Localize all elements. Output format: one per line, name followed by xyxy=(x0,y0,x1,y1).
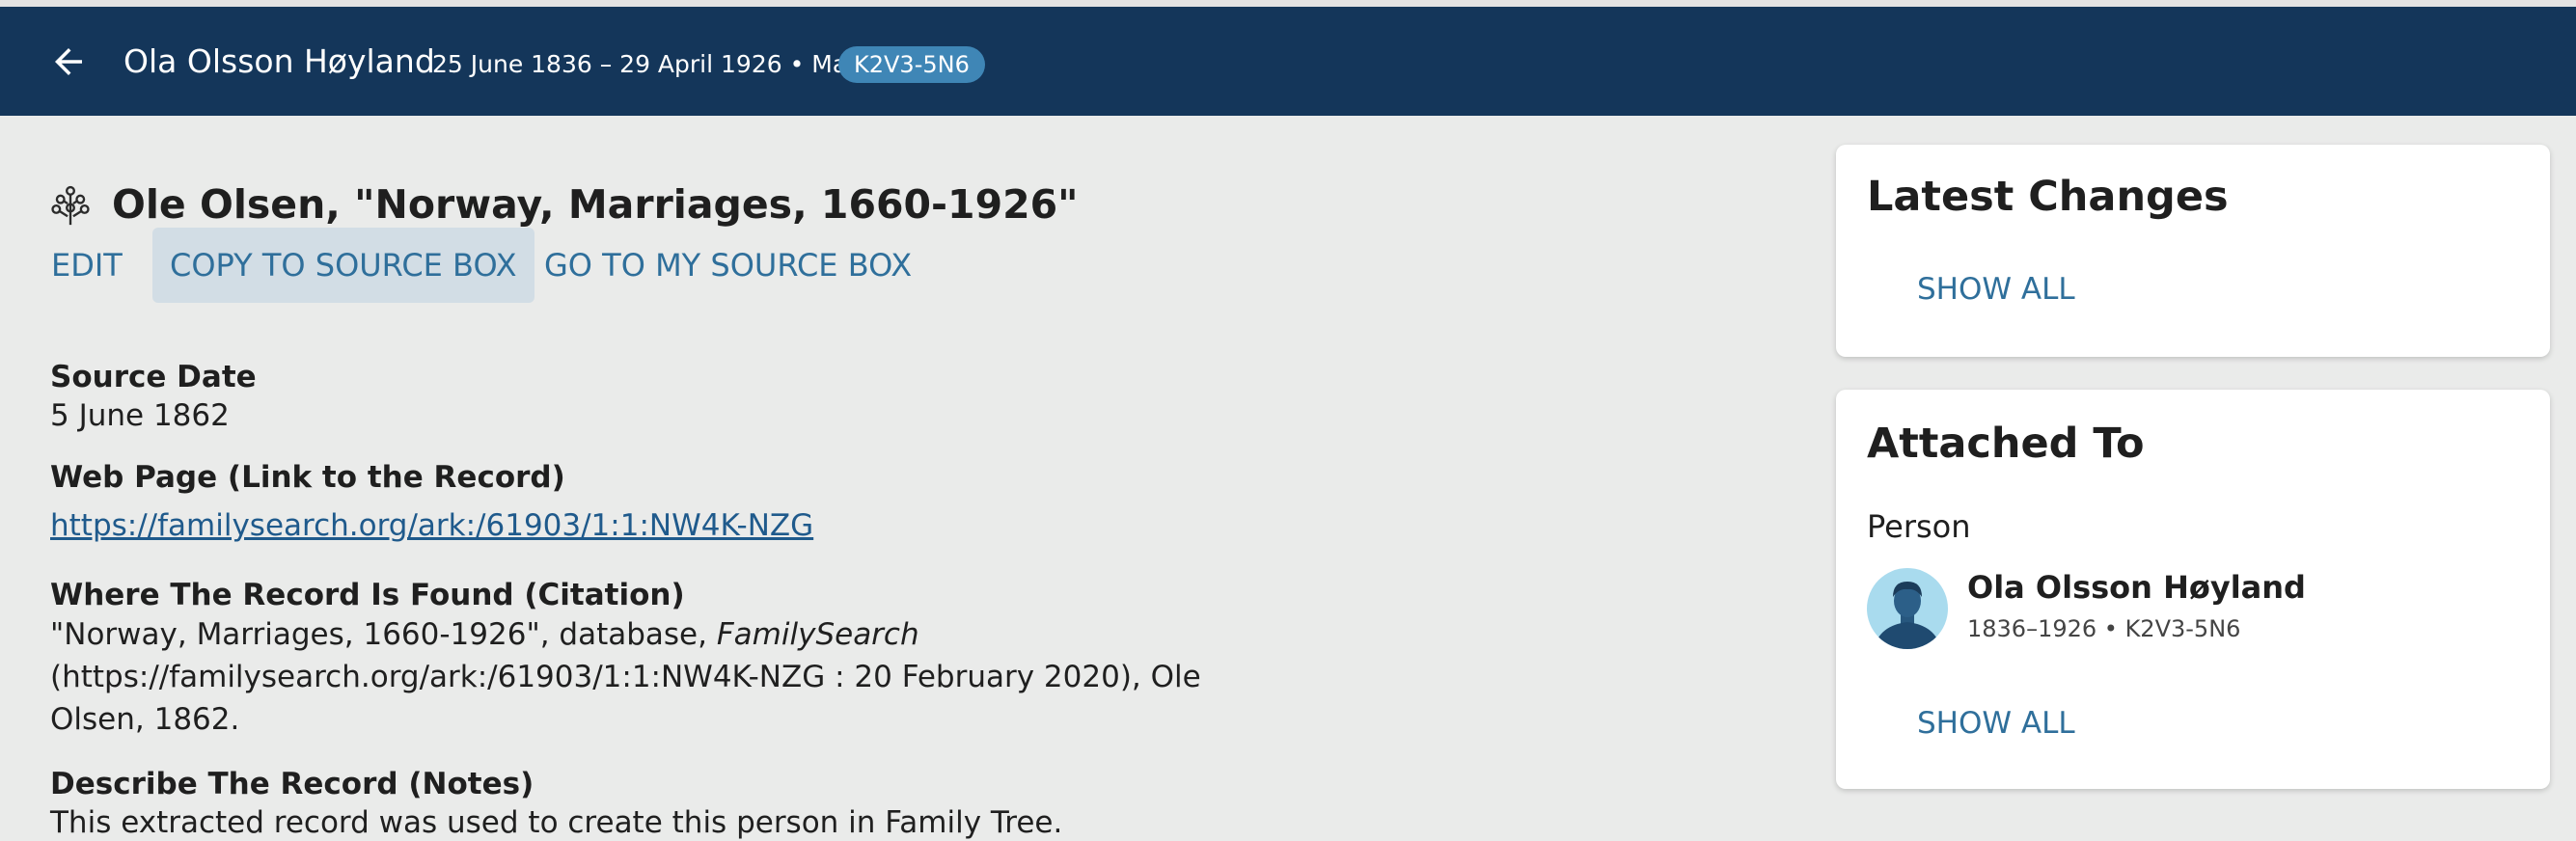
citation-text: "Norway, Marriages, 1660-1926", database… xyxy=(50,613,1304,741)
latest-changes-show-all-button[interactable]: SHOW ALL xyxy=(1917,270,2075,309)
copy-to-source-box-button[interactable]: COPY TO SOURCE BOX xyxy=(152,228,534,303)
page-title: Ole Olsen, "Norway, Marriages, 1660-1926… xyxy=(112,181,1079,228)
citation-text-start: "Norway, Marriages, 1660-1926", database… xyxy=(50,617,717,652)
header-life-dates: 25 June 1836 – 29 April 1926 • Male xyxy=(432,50,869,78)
attached-section-label: Person xyxy=(1867,508,1971,545)
go-to-source-box-button[interactable]: GO TO MY SOURCE BOX xyxy=(544,228,912,303)
male-avatar-icon[interactable] xyxy=(1867,568,1948,649)
attached-to-card: Attached To Person Ola Olsson Høyland 18… xyxy=(1836,390,2550,789)
source-date-value: 5 June 1862 xyxy=(50,398,230,433)
citation-source-name: FamilySearch xyxy=(716,617,919,652)
attached-show-all-button[interactable]: SHOW ALL xyxy=(1917,704,2075,743)
citation-text-end: (https://familysearch.org/ark:/61903/1:1… xyxy=(50,660,1201,737)
edit-button[interactable]: EDIT xyxy=(51,228,123,303)
source-date-label: Source Date xyxy=(50,360,257,394)
record-link[interactable]: https://familysearch.org/ark:/61903/1:1:… xyxy=(50,507,813,544)
person-id-badge[interactable]: K2V3-5N6 xyxy=(838,46,985,83)
latest-changes-title: Latest Changes xyxy=(1867,173,2229,221)
latest-changes-card: Latest Changes SHOW ALL xyxy=(1836,145,2550,357)
attached-person-name[interactable]: Ola Olsson Høyland xyxy=(1967,568,2306,607)
header-person-name[interactable]: Ola Olsson Høyland xyxy=(123,42,435,81)
notes-label: Describe The Record (Notes) xyxy=(50,767,534,801)
person-header-bar: Ola Olsson Høyland 25 June 1836 – 29 Apr… xyxy=(0,7,2576,116)
top-strip xyxy=(0,0,2576,7)
attached-person-meta: 1836–1926 • K2V3-5N6 xyxy=(1967,615,2241,642)
notes-text: This extracted record was used to create… xyxy=(50,805,1063,840)
arrow-left-icon[interactable] xyxy=(48,41,89,82)
family-tree-icon xyxy=(51,185,90,226)
web-page-label: Web Page (Link to the Record) xyxy=(50,460,565,495)
attached-to-title: Attached To xyxy=(1867,420,2145,468)
citation-label: Where The Record Is Found (Citation) xyxy=(50,578,685,612)
